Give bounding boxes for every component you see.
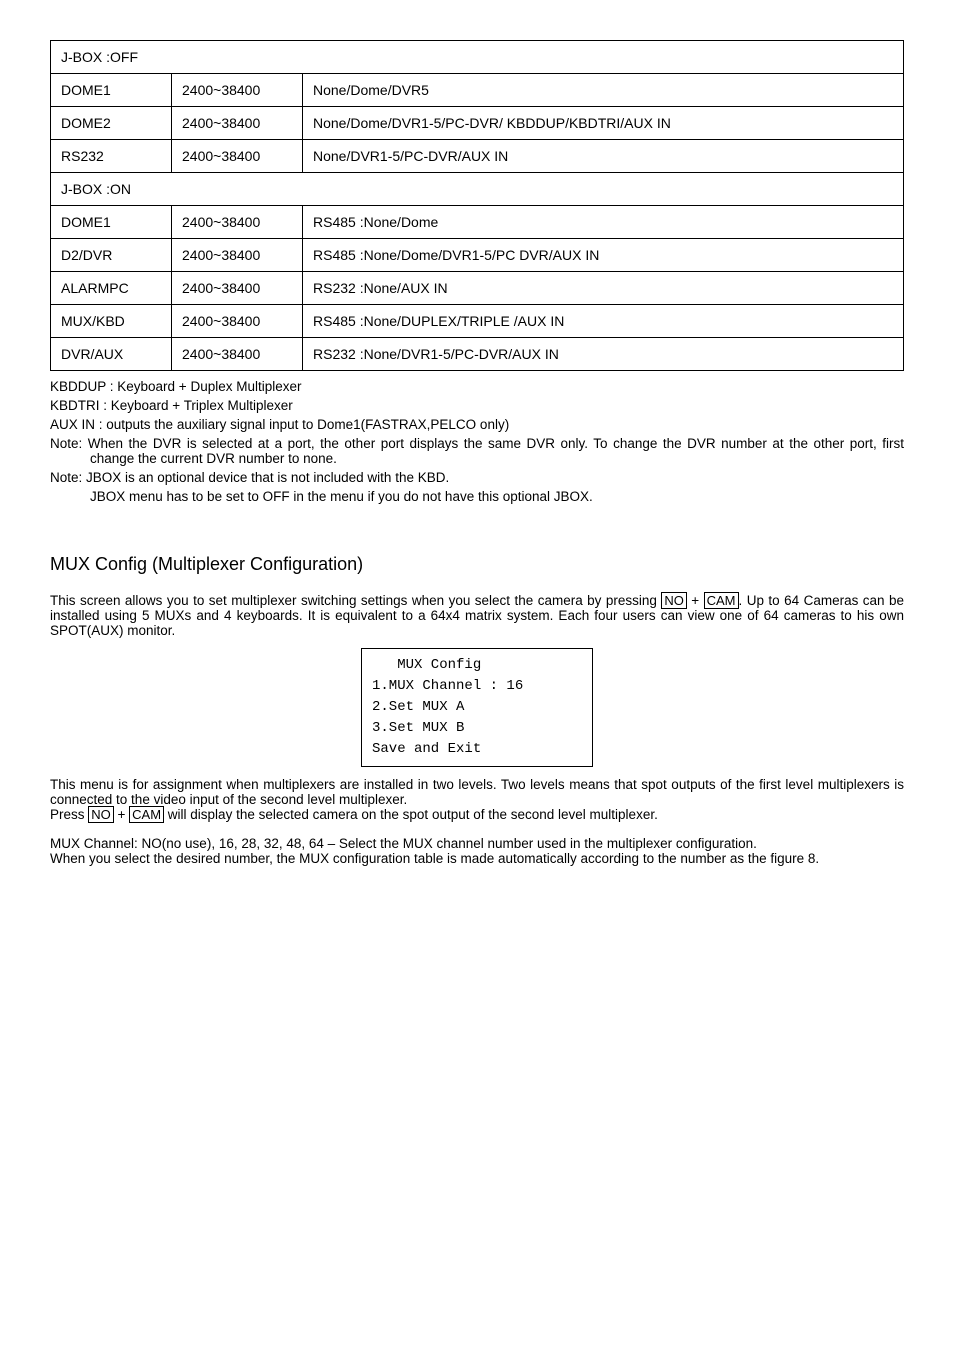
note-text: AUX IN : outputs the auxiliary signal in…: [50, 417, 904, 432]
table-row: DOME2 2400~38400 None/Dome/DVR1-5/PC-DVR…: [51, 107, 904, 140]
below-paragraph: When you select the desired number, the …: [50, 851, 904, 866]
table-row: DOME1 2400~38400 RS485 :None/Dome: [51, 206, 904, 239]
cam-key: CAM: [704, 592, 739, 609]
cell: None/Dome/DVR1-5/PC-DVR/ KBDDUP/KBDTRI/A…: [303, 107, 904, 140]
cell: None/DVR1-5/PC-DVR/AUX IN: [303, 140, 904, 173]
cell: MUX/KBD: [51, 305, 172, 338]
cell: RS485 :None/Dome: [303, 206, 904, 239]
text: will display the selected camera on the …: [164, 807, 658, 822]
port-config-table: J-BOX :OFF DOME1 2400~38400 None/Dome/DV…: [50, 40, 904, 371]
cell: 2400~38400: [172, 74, 303, 107]
config-line: 2.Set MUX A: [372, 697, 582, 718]
cell: RS485 :None/DUPLEX/TRIPLE /AUX IN: [303, 305, 904, 338]
note-text: KBDDUP : Keyboard + Duplex Multiplexer: [50, 379, 904, 394]
cam-key: CAM: [129, 806, 164, 823]
cell: 2400~38400: [172, 338, 303, 371]
text: Press: [50, 807, 88, 822]
cell: RS485 :None/Dome/DVR1-5/PC DVR/AUX IN: [303, 239, 904, 272]
note-text: Note: When the DVR is selected at a port…: [50, 436, 904, 466]
cell: DOME2: [51, 107, 172, 140]
cell: 2400~38400: [172, 305, 303, 338]
no-key: NO: [661, 592, 687, 609]
jbox-off-header: J-BOX :OFF: [51, 41, 904, 74]
config-line: MUX Config: [372, 655, 582, 676]
no-key: NO: [88, 806, 114, 823]
cell: RS232 :None/DVR1-5/PC-DVR/AUX IN: [303, 338, 904, 371]
cell: DOME1: [51, 206, 172, 239]
cell: 2400~38400: [172, 206, 303, 239]
cell: 2400~38400: [172, 107, 303, 140]
note-text: JBOX menu has to be set to OFF in the me…: [50, 489, 904, 504]
table-row: DOME1 2400~38400 None/Dome/DVR5: [51, 74, 904, 107]
table-row: D2/DVR 2400~38400 RS485 :None/Dome/DVR1-…: [51, 239, 904, 272]
plus-text: +: [687, 593, 704, 608]
section-title: MUX Config (Multiplexer Configuration): [50, 554, 904, 575]
table-row: RS232 2400~38400 None/DVR1-5/PC-DVR/AUX …: [51, 140, 904, 173]
below-paragraph: Press NO + CAM will display the selected…: [50, 807, 904, 822]
notes-block: KBDDUP : Keyboard + Duplex Multiplexer K…: [50, 379, 904, 504]
config-line: Save and Exit: [372, 739, 582, 760]
cell: 2400~38400: [172, 140, 303, 173]
intro-paragraph: This screen allows you to set multiplexe…: [50, 593, 904, 638]
cell: RS232: [51, 140, 172, 173]
config-line: 1.MUX Channel : 16: [372, 676, 582, 697]
mux-config-box: MUX Config 1.MUX Channel : 16 2.Set MUX …: [361, 648, 593, 767]
plus-text: +: [114, 807, 129, 822]
cell: ALARMPC: [51, 272, 172, 305]
jbox-on-header: J-BOX :ON: [51, 173, 904, 206]
cell: D2/DVR: [51, 239, 172, 272]
config-line: 3.Set MUX B: [372, 718, 582, 739]
cell: None/Dome/DVR5: [303, 74, 904, 107]
cell: DVR/AUX: [51, 338, 172, 371]
note-text: Note: JBOX is an optional device that is…: [50, 470, 904, 485]
intro-text: This screen allows you to set multiplexe…: [50, 593, 661, 608]
cell: DOME1: [51, 74, 172, 107]
table-row: DVR/AUX 2400~38400 RS232 :None/DVR1-5/PC…: [51, 338, 904, 371]
below-paragraph: This menu is for assignment when multipl…: [50, 777, 904, 807]
cell: RS232 :None/AUX IN: [303, 272, 904, 305]
note-text: KBDTRI : Keyboard + Triplex Multiplexer: [50, 398, 904, 413]
cell: 2400~38400: [172, 239, 303, 272]
table-row: MUX/KBD 2400~38400 RS485 :None/DUPLEX/TR…: [51, 305, 904, 338]
below-paragraph: MUX Channel: NO(no use), 16, 28, 32, 48,…: [50, 836, 904, 851]
cell: 2400~38400: [172, 272, 303, 305]
table-row: ALARMPC 2400~38400 RS232 :None/AUX IN: [51, 272, 904, 305]
